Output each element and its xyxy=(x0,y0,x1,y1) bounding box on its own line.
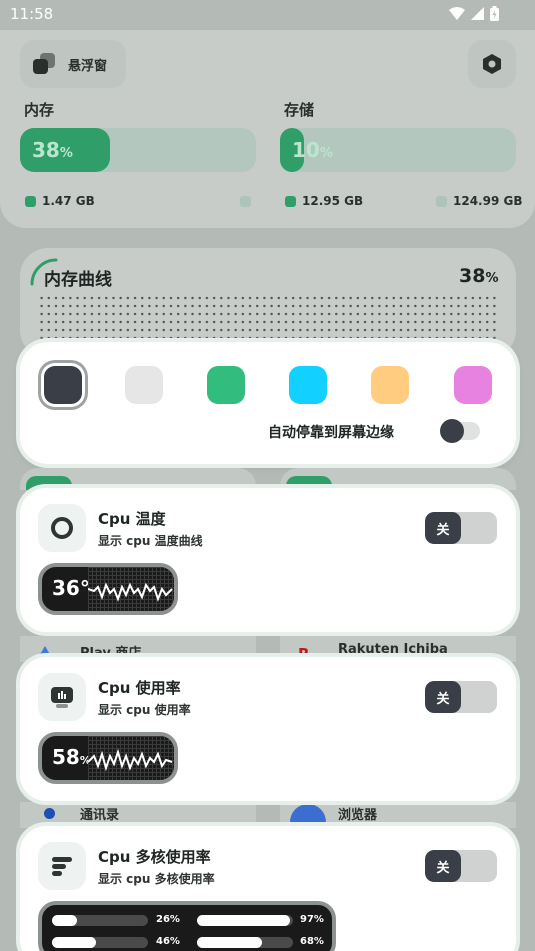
auto-dock-label: 自动停靠到屏幕边缘 xyxy=(268,425,394,441)
core-bar-track xyxy=(52,915,148,926)
cpu-multicore-switch[interactable]: 关 xyxy=(425,850,497,882)
settings-button[interactable] xyxy=(468,40,516,88)
core-bar-track xyxy=(197,937,293,948)
cpu-multicore-switch-label: 关 xyxy=(425,850,461,882)
core-percent: 97% xyxy=(300,914,324,925)
color-swatch[interactable] xyxy=(207,366,245,404)
cpu-multicore-subtitle: 显示 cpu 多核使用率 xyxy=(98,872,215,886)
color-swatch-selected[interactable] xyxy=(44,366,82,404)
memory-curve-dot-grid xyxy=(38,294,498,342)
memory-curve-value: 38% xyxy=(459,265,498,287)
memory-used-value: 1.47 GB xyxy=(42,194,95,208)
memory-title: 内存 xyxy=(24,101,55,119)
wifi-icon xyxy=(449,7,465,20)
chip-chart-icon xyxy=(51,687,73,708)
cpu-temp-preview-graph xyxy=(87,567,174,611)
cpu-usage-preview-value: 58% xyxy=(52,745,91,769)
memory-used-swatch xyxy=(25,195,36,207)
cpu-multicore-icon-box xyxy=(38,842,86,890)
cpu-usage-preview: 58% xyxy=(38,732,178,784)
color-swatch[interactable] xyxy=(454,366,492,404)
status-icons xyxy=(449,6,499,21)
color-swatch[interactable] xyxy=(289,366,327,404)
cpu-temp-switch-label: 关 xyxy=(425,512,461,544)
memory-percent-value: 38 xyxy=(32,138,60,162)
cpu-temp-subtitle: 显示 cpu 温度曲线 xyxy=(98,534,203,548)
battery-icon xyxy=(490,6,499,21)
status-time: 11:58 xyxy=(10,5,54,23)
memory-curve-number: 38 xyxy=(459,265,486,287)
bg-app-rakuten-label: Rakuten Ichiba xyxy=(338,642,448,657)
cpu-temp-preview: 36° xyxy=(38,563,178,615)
core-bar-fill xyxy=(52,937,96,948)
color-swatch[interactable] xyxy=(371,366,409,404)
bg-app-contacts-label: 通讯录 xyxy=(80,808,120,823)
cpu-usage-icon-box xyxy=(38,673,86,721)
bg-app-browser-label: 浏览器 xyxy=(338,808,378,823)
cpu-usage-preview-number: 58 xyxy=(52,745,80,769)
core-bar-track xyxy=(52,937,148,948)
cpu-temp-icon-box xyxy=(38,504,86,552)
storage-used-swatch xyxy=(285,195,296,207)
cpu-temp-title: Cpu 温度 xyxy=(98,510,166,528)
memory-percent: 38% xyxy=(32,138,73,162)
color-picker-popup xyxy=(20,342,516,464)
hexagon-settings-icon xyxy=(483,54,501,74)
signal-icon xyxy=(471,7,484,20)
cpu-temp-switch[interactable]: 关 xyxy=(425,512,497,544)
storage-total-legend: 124.99 GB xyxy=(436,194,522,208)
memory-bar: 38% xyxy=(20,128,256,172)
core-bar-fill xyxy=(52,915,77,926)
core-bar-track xyxy=(197,915,293,926)
cpu-multicore-preview: 26% 97% 46% 68% xyxy=(38,901,336,951)
storage-percent: 10% xyxy=(292,138,333,162)
cpu-usage-switch[interactable]: 关 xyxy=(425,681,497,713)
core-bar-fill xyxy=(197,937,262,948)
storage-used-value: 12.95 GB xyxy=(302,194,364,208)
storage-total-swatch xyxy=(436,195,447,207)
storage-title: 存储 xyxy=(284,101,315,119)
memory-free-swatch xyxy=(240,196,251,207)
ring-icon xyxy=(51,517,73,539)
memory-used-legend: 1.47 GB xyxy=(25,194,95,208)
cpu-usage-subtitle: 显示 cpu 使用率 xyxy=(98,703,191,717)
storage-total-value: 124.99 GB xyxy=(453,194,523,208)
cpu-temp-preview-value: 36° xyxy=(52,576,90,600)
cpu-multicore-title: Cpu 多核使用率 xyxy=(98,848,211,866)
contacts-icon xyxy=(44,808,55,819)
memory-curve-title: 内存曲线 xyxy=(44,270,112,290)
floating-window-label: 悬浮窗 xyxy=(68,58,108,74)
memory-curve-unit: % xyxy=(485,271,499,286)
auto-dock-toggle-knob[interactable] xyxy=(440,419,464,443)
core-percent: 68% xyxy=(300,936,324,947)
core-bar-fill xyxy=(197,915,290,926)
cpu-usage-preview-graph xyxy=(87,736,174,780)
storage-used-legend: 12.95 GB xyxy=(285,194,363,208)
core-percent: 46% xyxy=(156,936,180,947)
memory-percent-unit: % xyxy=(59,146,73,161)
color-swatch[interactable] xyxy=(125,366,163,404)
stacked-bars-icon xyxy=(52,857,72,876)
floating-window-icon xyxy=(33,53,55,74)
cpu-usage-title: Cpu 使用率 xyxy=(98,679,181,697)
storage-percent-value: 10 xyxy=(292,138,320,162)
storage-percent-unit: % xyxy=(319,146,333,161)
floating-window-button[interactable]: 悬浮窗 xyxy=(20,40,126,88)
core-percent: 26% xyxy=(156,914,180,925)
bg-app-tile-contacts xyxy=(20,802,256,828)
cpu-usage-switch-label: 关 xyxy=(425,681,461,713)
storage-bar: 10% xyxy=(280,128,516,172)
